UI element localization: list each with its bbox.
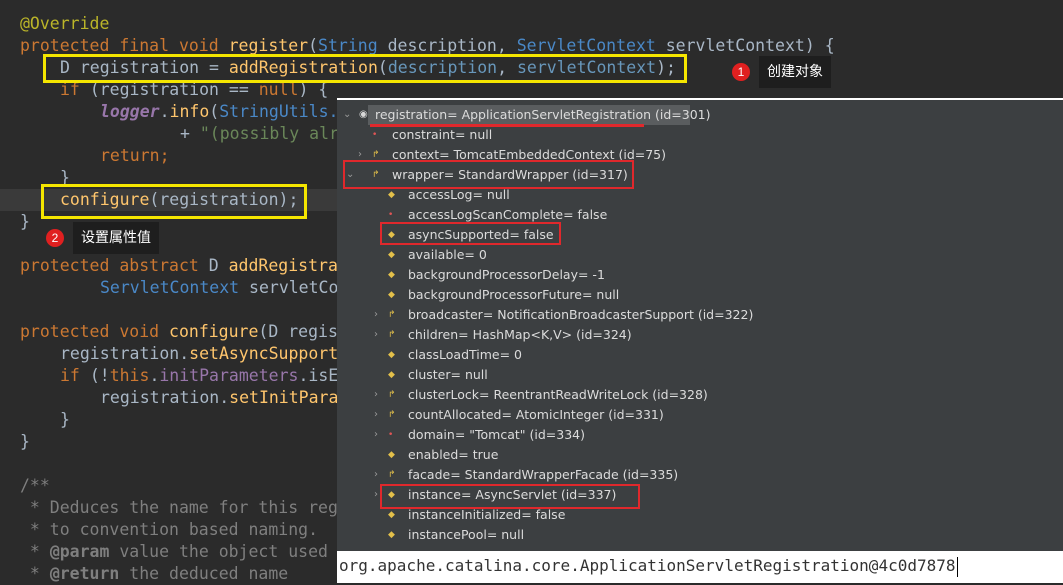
tree-row-label: backgroundProcessorFuture= null [408, 287, 620, 302]
code-line-12: ServletContext servletCo [100, 278, 339, 297]
object-icon: ◉ [359, 109, 368, 120]
highlight-instance [380, 484, 640, 509]
comment-line-1: /** [20, 476, 50, 495]
tree-row-label: constraint= null [392, 127, 493, 142]
chevron-right-icon[interactable]: › [374, 305, 384, 325]
code-line-7: return; [100, 146, 170, 165]
tree-row-label: enabled= true [408, 447, 499, 462]
field-ref-icon: ↱ [388, 470, 396, 480]
field-ref-icon: ↱ [388, 410, 396, 420]
tree-row-label: domain= "Tomcat" (id=334) [408, 427, 585, 442]
code-line-6: + "(possibly alr [180, 124, 339, 143]
code-line-1: @Override [20, 13, 109, 35]
chevron-right-icon[interactable]: › [374, 425, 384, 445]
code-line-15: if (!this.initParameters.isE [60, 366, 339, 385]
tree-row-label: broadcaster= NotificationBroadcasterSupp… [408, 307, 754, 322]
tree-root-label: registration= ApplicationServletRegistra… [375, 107, 711, 122]
underline-registration [370, 124, 644, 127]
highlight-box-create [43, 54, 687, 83]
field-default-icon: ◆ [388, 530, 395, 540]
tree-row-label: available= 0 [408, 247, 487, 262]
code-line-17: } [60, 410, 70, 429]
step-label-1: 创建对象 [759, 56, 831, 88]
tree-row-label: countAllocated= AtomicInteger (id=331) [408, 407, 664, 422]
chevron-right-icon[interactable]: › [374, 325, 384, 345]
tree-row-label: backgroundProcessorDelay= -1 [408, 267, 605, 282]
highlight-box-configure [41, 184, 307, 219]
field-default-icon: ◆ [388, 350, 395, 360]
chevron-right-icon[interactable]: › [374, 385, 384, 405]
field-default-icon: ◆ [388, 270, 395, 280]
highlight-async-supported [380, 222, 561, 245]
tree-row-label: children= HashMap<K,V> (id=324) [408, 327, 632, 342]
field-private-icon: • [388, 430, 394, 440]
step-label-2: 设置属性值 [73, 222, 159, 254]
field-default-icon: ◆ [388, 250, 395, 260]
comment-line-4: * @param value the object used [20, 542, 328, 561]
code-line-5: logger.info(StringUtils. [100, 102, 339, 121]
field-ref-icon: ↱ [388, 330, 396, 340]
highlight-wrapper [343, 160, 634, 189]
field-private-icon: • [372, 130, 378, 140]
code-line-16: registration.setInitPara [100, 388, 339, 407]
tree-row-label: clusterLock= ReentrantReadWriteLock (id=… [408, 387, 708, 402]
value-detail-pane[interactable]: org.apache.catalina.core.ApplicationServ… [337, 551, 1063, 583]
step-badge-2: 2 [46, 229, 64, 247]
tree-row-label: classLoadTime= 0 [408, 347, 523, 362]
step-badge-1: 1 [732, 63, 750, 81]
tree-row-label: instancePool= null [408, 527, 525, 542]
comment-line-2: * Deduces the name for this reg [20, 498, 338, 517]
chevron-down-icon[interactable]: ⌄ [343, 105, 353, 125]
code-line-13: protected void configure(D regis [20, 322, 338, 341]
field-ref-icon: ↱ [388, 390, 396, 400]
code-line-18: } [20, 432, 30, 451]
field-default-icon: ◆ [388, 450, 395, 460]
code-line-10: } [20, 212, 30, 231]
tree-row-label: facade= StandardWrapperFacade (id=335) [408, 467, 679, 482]
code-line-11: protected abstract D addRegistra [20, 256, 338, 275]
code-line-14: registration.setAsyncSupport [60, 344, 339, 363]
comment-line-3: * to convention based naming. [20, 520, 319, 539]
tree-row-label: cluster= null [408, 367, 488, 382]
value-detail-text: org.apache.catalina.core.ApplicationServ… [339, 556, 956, 575]
field-default-icon: ◆ [388, 290, 395, 300]
chevron-right-icon[interactable]: › [374, 405, 384, 425]
field-default-icon: ◆ [388, 370, 395, 380]
annotation-override: @Override [20, 14, 110, 33]
chevron-right-icon[interactable]: › [374, 465, 384, 485]
field-ref-icon: ↱ [388, 310, 396, 320]
text-cursor [956, 556, 958, 577]
comment-line-5: * @return the deduced name [20, 564, 289, 583]
